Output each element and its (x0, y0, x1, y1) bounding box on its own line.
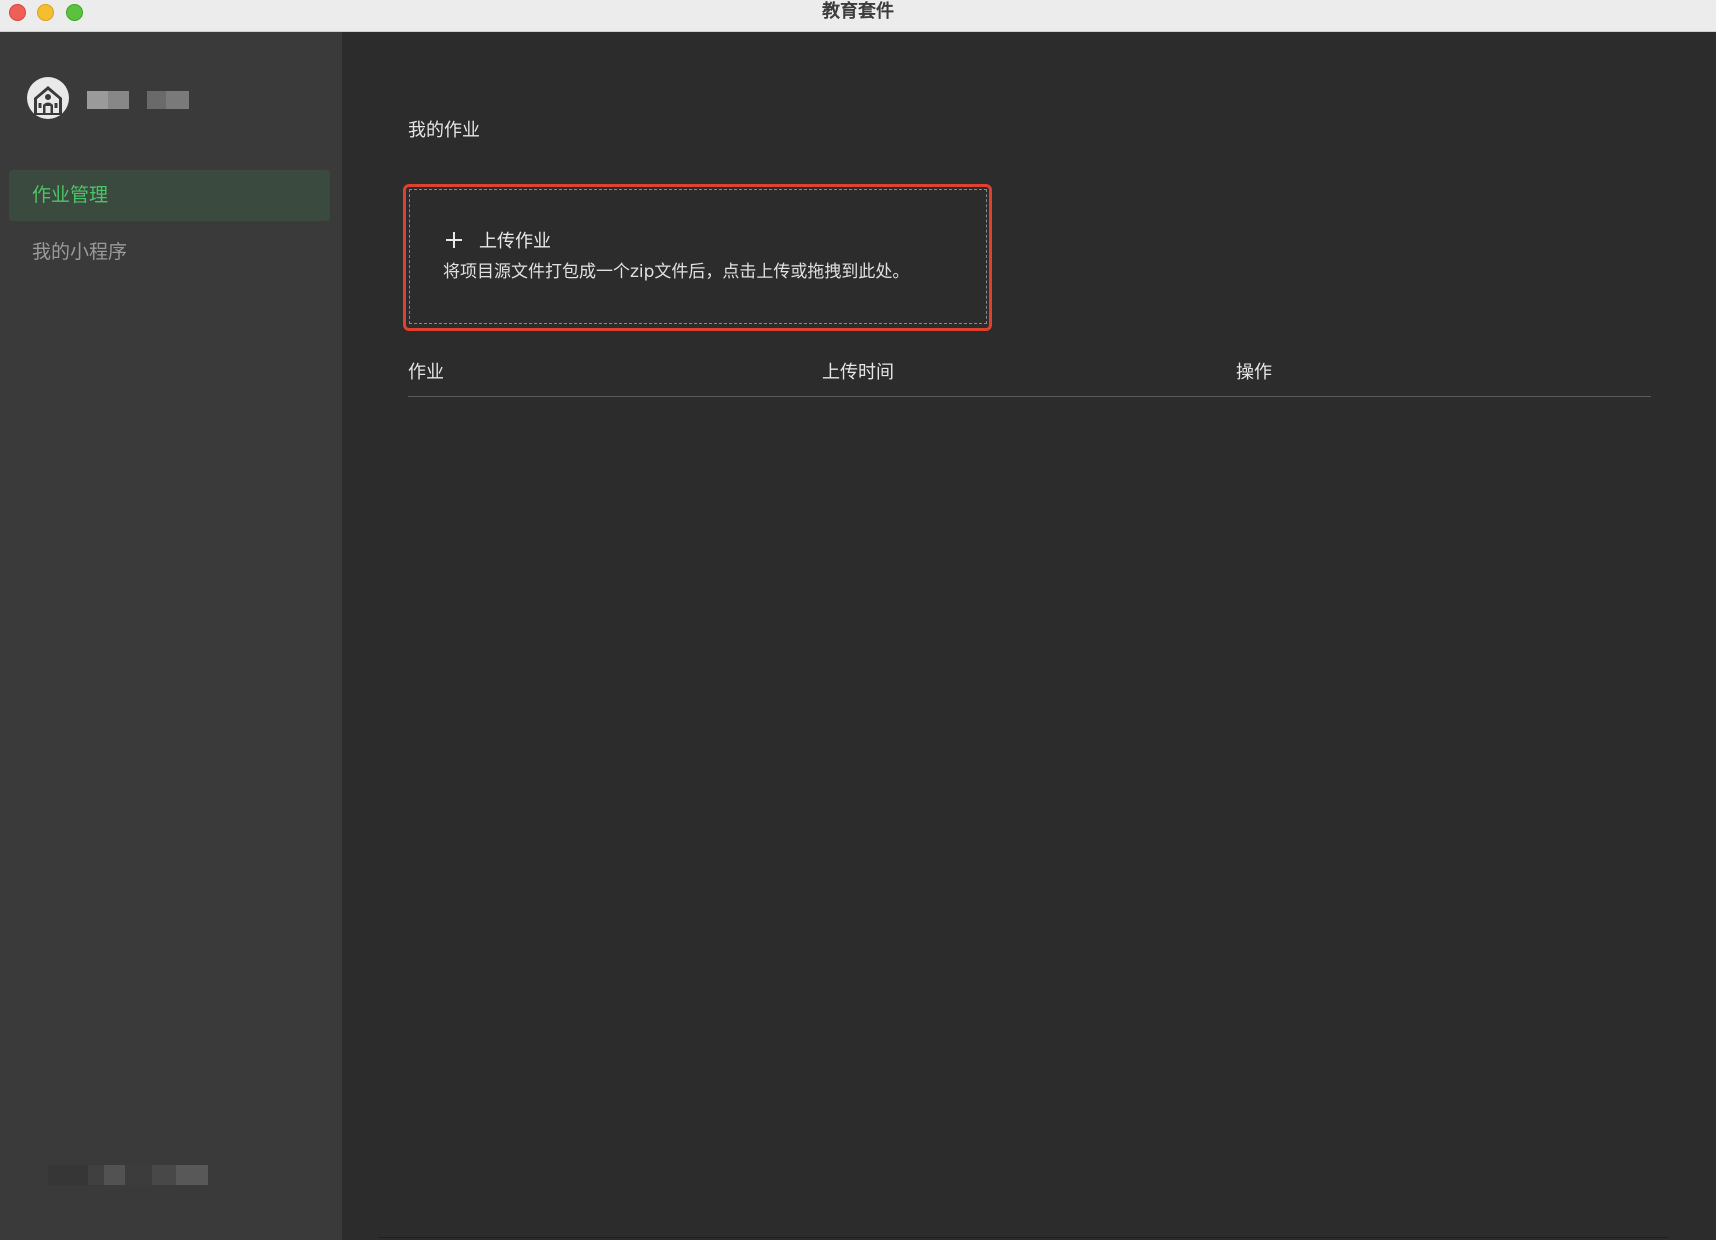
table-header: 作业 上传时间 操作 (408, 354, 1651, 397)
window-bottom-edge (378, 1237, 1668, 1238)
page-title: 我的作业 (408, 120, 480, 141)
main-content: 我的作业 上传作业 将项目源文件打包成一个zip文件后，点击上传或拖拽到此处。 … (342, 32, 1716, 1240)
upload-button[interactable]: 上传作业 (445, 227, 551, 253)
upload-label: 上传作业 (479, 231, 551, 252)
redacted-footer-account (48, 1165, 208, 1185)
plus-icon (445, 231, 463, 249)
redacted-username (87, 91, 129, 109)
sidebar: 作业管理 我的小程序 (0, 32, 342, 1240)
school-building-icon (26, 76, 70, 120)
upload-hint: 将项目源文件打包成一个zip文件后，点击上传或拖拽到此处。 (443, 262, 910, 282)
upload-dropzone[interactable]: 上传作业 将项目源文件打包成一个zip文件后，点击上传或拖拽到此处。 (409, 189, 987, 324)
column-header-actions: 操作 (1236, 362, 1272, 383)
title-bar: 教育套件 (0, 0, 1716, 32)
column-header-upload-time: 上传时间 (822, 362, 894, 383)
app-window: 教育套件 作业管理 我的小程序 我的作业 上传作业 将项目源文件打包成一个zip… (0, 0, 1716, 1240)
sidebar-item-homework-management[interactable]: 作业管理 (9, 170, 330, 221)
column-header-homework: 作业 (408, 362, 444, 383)
redacted-username-2 (147, 91, 189, 109)
sidebar-item-my-miniprograms[interactable]: 我的小程序 (9, 227, 330, 278)
window-title: 教育套件 (822, 1, 894, 22)
